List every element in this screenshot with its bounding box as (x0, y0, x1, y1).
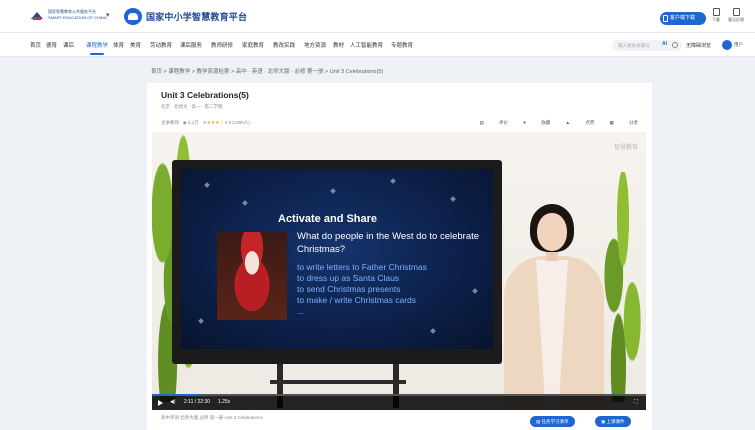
nav-item-moral[interactable]: 德育 (46, 41, 57, 49)
slide-screen: Activate and Share What do people in the… (181, 169, 493, 349)
nav-item-teacher-training[interactable]: 教师研修 (211, 41, 233, 49)
course-meta: 主讲教师 ◉ 4.1万 ★★★★☆ 4.9 (1380人) (161, 120, 250, 126)
tv-monitor: Activate and Share What do people in the… (172, 160, 502, 364)
course-card: Unit 3 Celebrations(5) 北京 · 北师大 · 高一 · 第… (147, 83, 652, 430)
slide-list-item: to write letters to Father Christmas (297, 262, 427, 272)
accessibility-link[interactable]: 无障碍浏览 (686, 42, 711, 49)
like-label: 点赞 (585, 120, 595, 125)
video-watermark: 智慧教育 (613, 145, 638, 151)
download-button[interactable]: 下载 (708, 8, 724, 23)
ai-assistant-button[interactable]: AI (662, 41, 667, 47)
avatar[interactable] (722, 40, 732, 50)
rating-stars: ★★★★☆ (202, 120, 224, 126)
nav-item-after-service[interactable]: 课后服务 (180, 41, 202, 49)
task-list-button[interactable]: ▤ 任务学习清单 (530, 416, 575, 427)
snowflake-icon (198, 318, 204, 324)
play-icon (158, 400, 163, 406)
snowflake-icon (330, 188, 336, 194)
task-list-label: 任务学习清单 (541, 419, 569, 424)
teacher-label: 主讲教师 (161, 120, 179, 125)
santa-claus-image (217, 232, 287, 320)
breadcrumb[interactable]: 首页 > 课程教学 > 教学资源检索 > 高中 · 英语 · 北师大版 · 必修… (151, 67, 383, 75)
feedback-icon (732, 8, 740, 16)
nav-item-pe[interactable]: 体育 (113, 41, 124, 49)
favorite-label: 收藏 (541, 120, 551, 125)
platform-logo-icon[interactable] (124, 8, 142, 25)
like-button[interactable]: ▲ 点赞 (566, 120, 595, 125)
slide-list: to write letters to Father Christmas to … (297, 262, 427, 317)
share-button[interactable]: ▦ 分享 (609, 120, 638, 125)
search-icon[interactable] (672, 42, 678, 48)
ministry-logo-text: 国家智慧教育公共服务平台 SMART EDUCATION OF CHINA (48, 9, 107, 20)
snowflake-icon (450, 196, 456, 202)
course-subtitle: 北京 · 北师大 · 高一 · 第二学期 (161, 104, 223, 109)
course-actions: ▤ 评价 ♥ 收藏 ▲ 点赞 ▦ 分享 (466, 120, 638, 126)
nav-item-labor[interactable]: 劳动教育 (150, 41, 172, 49)
slide-heading: Activate and Share (278, 213, 378, 225)
slide-list-item: to make / write Christmas cards (297, 295, 417, 305)
rating-value: 4.9 (224, 120, 231, 125)
nav-item-reform[interactable]: 教改实践 (273, 41, 295, 49)
video-time: 2:11 / 22:30 (184, 399, 211, 405)
document-icon: ▣ (601, 419, 606, 424)
view-count: 4.1万 (187, 120, 199, 125)
teacher-face (537, 213, 567, 251)
rating-count: (1380人) (232, 120, 250, 125)
nav-item-topics[interactable]: 专题教育 (391, 41, 413, 49)
volume-icon[interactable]: ◀) (170, 399, 176, 405)
nav-active-indicator (90, 53, 104, 55)
main-nav: 首页 德育 课后 课程教学 体育 美育 劳动教育 课后服务 教师研修 家庭教育 … (0, 33, 755, 57)
chevron-down-icon[interactable]: ▾ (106, 11, 110, 19)
tv-shelf (270, 380, 406, 384)
slide-list-item: to send Christmas presents (297, 284, 401, 294)
video-controls: ◀) 2:11 / 22:30 1.25x ⛶ (152, 396, 646, 410)
play-button[interactable] (158, 400, 163, 406)
comment-button[interactable]: ▤ 评价 (480, 120, 509, 125)
video-player[interactable]: 智慧教育 Activate and Share What do people i… (152, 132, 646, 410)
snowflake-icon (204, 182, 210, 188)
nav-item-course-teaching[interactable]: 课程教学 (86, 41, 108, 49)
courseware-button[interactable]: ▣ 上课课件 (595, 416, 631, 427)
site-title[interactable]: 国家中小学智慧教育平台 (146, 10, 247, 23)
course-title: Unit 3 Celebrations(5) (161, 90, 249, 100)
download-icon (712, 8, 720, 16)
feedback-label: 意见反馈 (728, 17, 744, 22)
app-download-label: 客户端下载 (670, 15, 696, 21)
favorite-button[interactable]: ♥ 收藏 (523, 120, 550, 125)
courseware-label: 上课课件 (606, 419, 625, 424)
snowflake-icon (472, 288, 478, 294)
nav-item-home[interactable]: 首页 (30, 41, 41, 49)
slide-list-item: ... (297, 306, 305, 316)
share-label: 分享 (629, 120, 638, 125)
playback-speed-button[interactable]: 1.25x (218, 399, 230, 405)
list-icon: ▤ (536, 419, 541, 424)
plant-right (600, 172, 646, 402)
download-label: 下载 (712, 17, 720, 22)
slide-question: What do people in the West do to celebra… (297, 231, 480, 255)
fullscreen-icon[interactable]: ⛶ (634, 399, 638, 405)
eye-icon: ◉ (182, 120, 187, 125)
snowflake-icon (242, 200, 248, 206)
slide-list-item: to dress up as Santa Claus (297, 273, 400, 283)
search-input[interactable]: 输入搜索关键词 (612, 40, 682, 51)
phone-icon (663, 15, 668, 22)
snowflake-icon (430, 328, 436, 334)
nav-item-local[interactable]: 地方资源 (304, 41, 326, 49)
feedback-button[interactable]: 意见反馈 (728, 8, 744, 23)
nav-item-ai-education[interactable]: 人工智能教育 (350, 41, 383, 49)
search-placeholder: 输入搜索关键词 (618, 43, 650, 48)
nav-item-after-class[interactable]: 课后 (63, 41, 74, 49)
app-download-button[interactable]: 客户端下载 (660, 12, 706, 25)
snowflake-icon (390, 178, 396, 184)
ministry-logo-icon[interactable] (30, 11, 44, 21)
top-header: 国家智慧教育公共服务平台 SMART EDUCATION OF CHINA ▾ … (0, 0, 755, 33)
nav-item-art[interactable]: 美育 (130, 41, 141, 49)
nav-item-family[interactable]: 家庭教育 (242, 41, 264, 49)
nav-item-textbook[interactable]: 教材 (333, 41, 344, 49)
user-label[interactable]: 用户 (734, 42, 743, 48)
resource-note: 高中英语 北师大版 必修 第一册 Unit 3 Celebrations (161, 415, 263, 420)
comment-label: 评价 (499, 120, 509, 125)
